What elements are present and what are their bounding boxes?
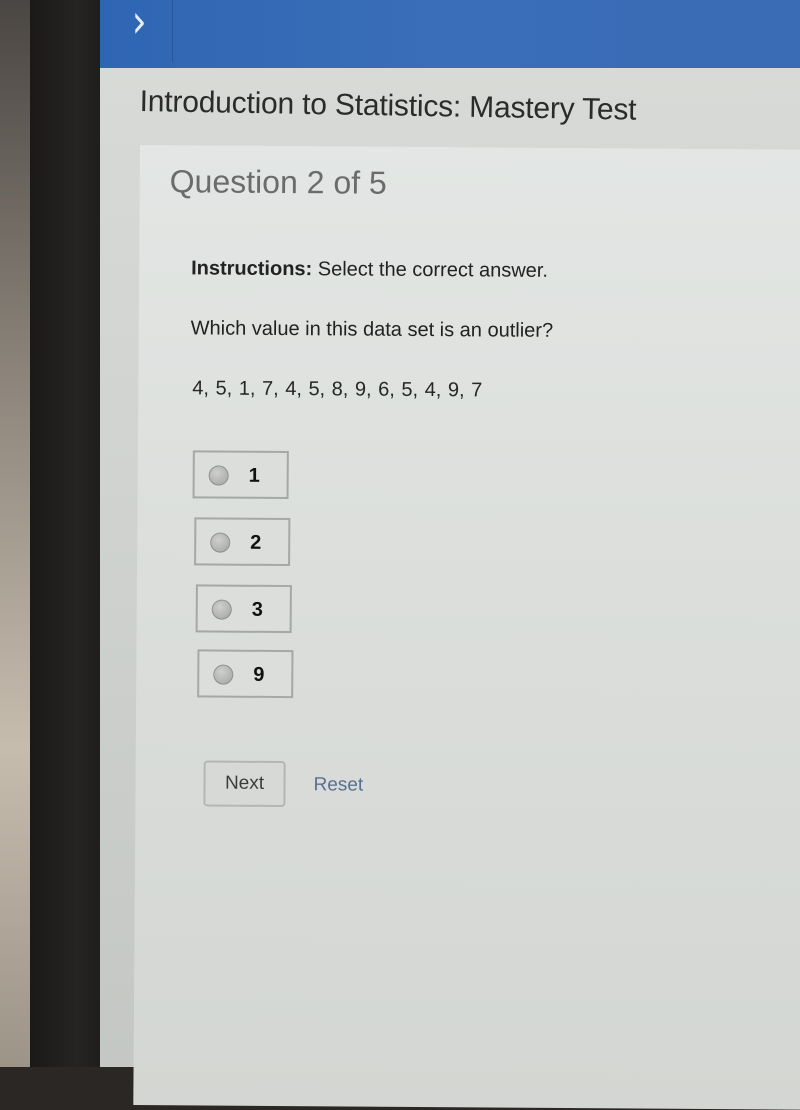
screen: › Introduction to Statistics: Mastery Te… [100,0,800,1110]
radio-button[interactable] [213,664,234,685]
answer-option-1[interactable]: 1 [192,450,289,500]
top-navigation-bar: › [100,0,800,68]
reset-link[interactable]: Reset [313,774,363,796]
radio-button[interactable] [211,599,232,620]
option-label: 3 [251,598,263,621]
answer-option-2[interactable]: 2 [194,517,291,567]
data-set: 4, 5, 1, 7, 4, 5, 8, 9, 6, 5, 4, 9, 7 [192,377,483,402]
instructions-label: Instructions: [191,257,313,281]
question-panel: Question 2 of 5 Instructions: Select the… [133,145,800,1110]
radio-button[interactable] [208,465,229,486]
instructions: Instructions: Select the correct answer. [191,257,548,282]
option-label: 2 [250,531,262,554]
course-title: Introduction to Statistics: Mastery Test [139,85,637,127]
instructions-text: Select the correct answer. [312,258,549,282]
question-prompt: Which value in this data set is an outli… [190,317,554,342]
topbar-divider [172,0,173,62]
chevron-right-icon[interactable]: › [132,0,147,48]
answer-option-3[interactable]: 3 [195,584,292,634]
next-button[interactable]: Next [203,760,286,808]
option-label: 9 [253,663,265,686]
question-number: Question 2 of 5 [169,163,387,201]
option-label: 1 [248,464,260,487]
answer-option-4[interactable]: 9 [197,649,294,699]
monitor-bezel [30,0,108,1067]
radio-button[interactable] [210,532,231,553]
